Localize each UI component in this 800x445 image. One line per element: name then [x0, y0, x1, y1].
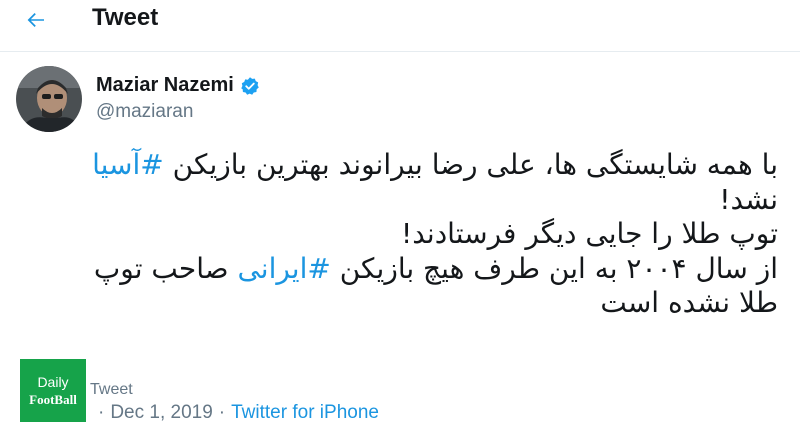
page-title: Tweet [92, 4, 159, 31]
tweet-line-1-text: با همه شایستگی ها، علی رضا بیرانوند بهتر… [163, 148, 778, 181]
daily-football-watermark-logo: Daily FootBall [20, 359, 86, 422]
tweet-source-link[interactable]: Twitter for iPhone [231, 402, 379, 424]
tweet-line-5: طلا نشده است [600, 286, 778, 319]
tweet-line-1: با همه شایستگی ها، علی رضا بیرانوند بهتر… [30, 148, 778, 183]
tweet-line-2: نشد! [719, 182, 778, 216]
tweet-line-3: توپ طلا را جایی دیگر فرستادند! [400, 217, 778, 250]
tweet-line-4-text: از سال ۲۰۰۴ به این طرف هیچ بازیکن [330, 251, 778, 285]
top-header: Tweet [0, 0, 800, 40]
header-divider [0, 51, 800, 52]
author-name-row: Maziar Nazemi [96, 74, 260, 97]
verified-badge-icon [241, 76, 259, 95]
arrow-left-icon [27, 13, 44, 27]
meta-separator-1: · [98, 402, 105, 423]
tweet-line-4: از سال ۲۰۰۴ به این طرف هیچ بازیکن #ایران… [30, 252, 778, 287]
hashtag-irani-link[interactable]: #ایرانی [237, 252, 330, 285]
tweet-line-4-suffix: صاحب توپ [93, 251, 238, 285]
avatar[interactable] [16, 66, 82, 132]
back-button[interactable] [22, 6, 50, 34]
author-display-name[interactable]: Maziar Nazemi [96, 74, 234, 97]
meta-separator-2: · [218, 402, 226, 423]
author-handle[interactable]: @maziaran [96, 101, 193, 123]
hashtag-asia-link[interactable]: #آسیا [92, 148, 164, 181]
meta-partial-label: Tweet [90, 381, 133, 398]
avatar-image [16, 66, 82, 132]
tweet-date[interactable]: Dec 1, 2019 [110, 402, 212, 424]
tweet-meta: · Dec 1, 2019 · Twitter for iPhone [92, 402, 379, 424]
watermark-line-1: Daily [37, 374, 69, 390]
tweet-text: با همه شایستگی ها، علی رضا بیرانوند بهتر… [30, 148, 778, 321]
watermark-line-2: FootBall [29, 392, 77, 407]
